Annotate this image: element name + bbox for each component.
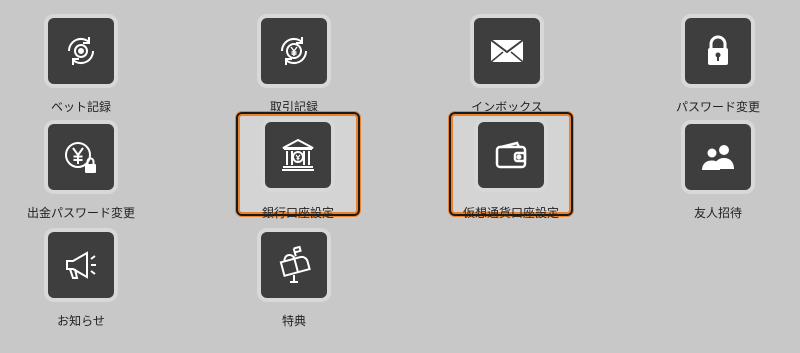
transaction-history-tile[interactable]: 取引記録 bbox=[234, 12, 354, 114]
invite-friends-tile[interactable]: 友人招待 bbox=[658, 118, 778, 220]
yen-cycle-icon bbox=[280, 37, 308, 65]
yen-lock-icon bbox=[65, 142, 96, 173]
change-password-icon-box bbox=[685, 18, 751, 84]
bank-account-settings-tile[interactable]: 銀行口座設定 bbox=[236, 112, 360, 220]
bank-account-settings-label: 銀行口座設定 bbox=[261, 206, 334, 220]
transaction-history-icon-box bbox=[261, 18, 327, 84]
withdrawal-password-icon-box bbox=[48, 124, 114, 190]
users-icon bbox=[702, 145, 734, 170]
withdrawal-password-label: 出金パスワード変更 bbox=[26, 206, 135, 220]
bank-account-settings-icon-box bbox=[265, 122, 331, 188]
bet-history-tile[interactable]: ベット記録 bbox=[21, 12, 141, 114]
invite-friends-label: 友人招待 bbox=[693, 206, 742, 220]
change-password-label: パスワード変更 bbox=[675, 100, 760, 114]
invite-friends-icon-box bbox=[685, 124, 751, 190]
announcements-tile[interactable]: お知らせ bbox=[21, 226, 141, 328]
crypto-account-settings-label: 仮想通貨口座設定 bbox=[462, 206, 559, 220]
bank-icon bbox=[282, 138, 314, 171]
bet-history-label: ベット記録 bbox=[50, 100, 111, 114]
inbox-icon-box bbox=[474, 18, 540, 84]
chip-cycle-icon bbox=[67, 37, 95, 65]
bet-history-icon-box bbox=[48, 18, 114, 84]
wallet-icon bbox=[495, 141, 527, 169]
envelope-icon bbox=[490, 39, 524, 63]
crypto-account-settings-tile[interactable]: 仮想通貨口座設定 bbox=[449, 112, 573, 220]
megaphone-icon bbox=[66, 251, 96, 279]
inbox-tile[interactable]: インボックス bbox=[447, 12, 567, 114]
crypto-account-settings-icon-box bbox=[478, 122, 544, 188]
bonus-label: 特典 bbox=[281, 314, 306, 328]
change-password-tile[interactable]: パスワード変更 bbox=[658, 12, 778, 114]
bonus-icon-box bbox=[261, 232, 327, 298]
lock-icon bbox=[708, 35, 728, 65]
withdrawal-password-tile[interactable]: 出金パスワード変更 bbox=[21, 118, 141, 220]
announcements-icon-box bbox=[48, 232, 114, 298]
mailbox-icon bbox=[279, 245, 311, 283]
announcements-label: お知らせ bbox=[57, 314, 105, 328]
bonus-tile[interactable]: 特典 bbox=[234, 226, 354, 328]
